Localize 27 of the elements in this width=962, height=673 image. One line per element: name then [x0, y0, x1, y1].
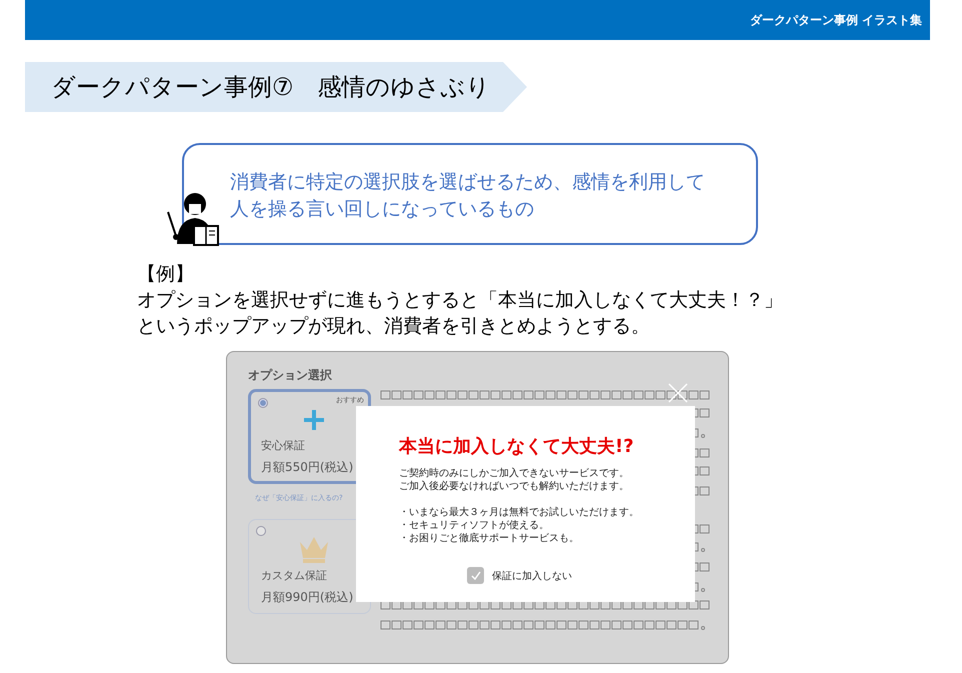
- mockup-title: オプション選択: [248, 367, 333, 384]
- presenter-drawing: [167, 193, 219, 246]
- checkbox-label: 保証に加入しない: [492, 570, 572, 582]
- bullet-item: ・お困りごと徹底サポートサービスも。: [399, 532, 580, 545]
- popup-text: ご加入後必要なければいつでも解約いただけます。: [399, 480, 630, 493]
- popup-title: 本当に加入しなくて大丈夫!?: [399, 435, 635, 458]
- section-heading: ダークパターン事例⑦ 感情のゆさぶり: [25, 62, 527, 112]
- example-text: オプションを選択せずに進もうとすると「本当に加入しなくて大丈夫！？」: [137, 288, 784, 313]
- header-title: ダークパターン事例 イラスト集: [750, 12, 922, 29]
- check-icon: [470, 570, 480, 580]
- option-name: 安心保証: [261, 438, 306, 453]
- close-icon[interactable]: [668, 383, 688, 403]
- option-price: 月額550円(税込): [261, 459, 354, 476]
- plus-icon: [304, 410, 324, 430]
- radio-button[interactable]: [258, 398, 268, 408]
- example-label: 【例】: [137, 262, 195, 287]
- radio-button[interactable]: [256, 526, 266, 536]
- checkbox[interactable]: [467, 567, 484, 584]
- bullet-item: ・セキュリティソフトが使える。: [399, 519, 550, 532]
- example-text: というポップアップが現れ、消費者を引きとめようとする。: [137, 314, 651, 339]
- bullet-item: ・いまなら最大３ヶ月は無料でお試しいただけます。: [399, 506, 640, 519]
- crown-icon: [300, 537, 328, 563]
- popup-text: ご契約時のみにしかご加入できないサービスです。: [399, 467, 630, 480]
- option-price: 月額990円(税込): [261, 589, 354, 606]
- definition-text: 人を操る言い回しになっているもの: [230, 197, 535, 222]
- definition-text: 消費者に特定の選択肢を選ばせるため、感情を利用して: [230, 170, 706, 195]
- option-name: カスタム保証: [261, 568, 328, 583]
